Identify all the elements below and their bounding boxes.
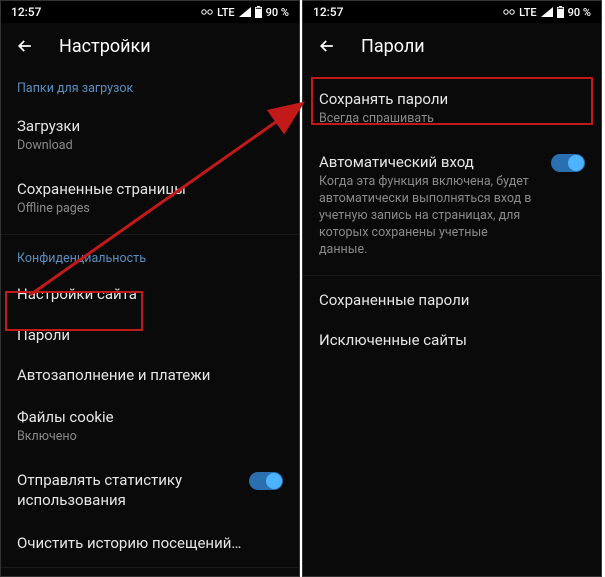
settings-list: Папки для загрузок Загрузки Download Сох… <box>1 69 299 577</box>
status-bar: 12:57 LTE 90 % <box>303 1 601 23</box>
item-title: Настройки сайта <box>17 284 283 304</box>
status-lte: LTE <box>519 6 537 19</box>
item-title: Файлы cookie <box>17 407 283 427</box>
item-title: Исключенные сайты <box>319 330 585 350</box>
item-clear-history[interactable]: Очистить историю посещений… <box>1 523 299 563</box>
back-arrow-icon[interactable] <box>317 36 337 56</box>
item-title: Сохраненные пароли <box>319 290 585 310</box>
item-sub: Включено <box>17 429 283 446</box>
status-right: LTE 90 % <box>503 6 591 19</box>
phone-right-passwords: 12:57 LTE 90 % Пароли Сохранять пароли В… <box>302 0 602 577</box>
page-title: Настройки <box>59 36 151 57</box>
item-auto-signin[interactable]: Автоматический вход Когда эта функция вк… <box>303 140 601 271</box>
status-battery: 90 % <box>568 6 591 19</box>
item-site-settings[interactable]: Настройки сайта <box>1 274 299 314</box>
item-title: Отправлять статистику использования <box>17 470 237 511</box>
divider <box>1 234 299 235</box>
signal-icon <box>239 7 251 17</box>
item-saved-passwords[interactable]: Сохраненные пароли <box>303 280 601 320</box>
phone-left-settings: 12:57 LTE 90 % Настройки Папки для загру… <box>0 0 300 577</box>
item-sub: Download <box>17 138 283 155</box>
section-downloads-header: Папки для загрузок <box>1 69 299 104</box>
item-send-stats[interactable]: Отправлять статистику использования <box>1 458 299 523</box>
item-save-passwords[interactable]: Сохранять пароли Всегда спрашивать <box>303 77 601 140</box>
item-title: Очистить историю посещений… <box>17 533 283 553</box>
app-bar: Пароли <box>303 23 601 69</box>
volte-icon <box>503 7 515 17</box>
item-title: Сохранять пароли <box>319 89 585 109</box>
section-help-header: Справка <box>1 572 299 577</box>
item-title: Автозаполнение и платежи <box>17 365 283 385</box>
divider <box>303 275 601 276</box>
battery-icon <box>557 6 564 18</box>
status-time: 12:57 <box>313 5 343 19</box>
toggle-stats[interactable] <box>249 472 283 490</box>
item-title: Пароли <box>17 325 283 345</box>
status-battery: 90 % <box>266 6 289 19</box>
signal-icon <box>541 7 553 17</box>
status-bar: 12:57 LTE 90 % <box>1 1 299 23</box>
item-title: Сохраненные страницы <box>17 179 283 199</box>
battery-icon <box>255 6 262 18</box>
passwords-list: Сохранять пароли Всегда спрашивать Автом… <box>303 69 601 360</box>
volte-icon <box>201 7 213 17</box>
item-saved-pages[interactable]: Сохраненные страницы Offline pages <box>1 167 299 230</box>
item-title: Загрузки <box>17 116 283 136</box>
item-title: Автоматический вход <box>319 152 539 172</box>
divider <box>1 567 299 568</box>
app-bar: Настройки <box>1 23 299 69</box>
back-arrow-icon[interactable] <box>15 36 35 56</box>
item-sub: Всегда спрашивать <box>319 111 585 128</box>
item-sub: Когда эта функция включена, будет автома… <box>319 174 539 258</box>
section-privacy-header: Конфиденциальность <box>1 239 299 274</box>
page-title: Пароли <box>361 36 425 57</box>
status-time: 12:57 <box>11 5 41 19</box>
item-downloads[interactable]: Загрузки Download <box>1 104 299 167</box>
item-sub: Offline pages <box>17 201 283 218</box>
toggle-auto-signin[interactable] <box>551 154 585 172</box>
status-lte: LTE <box>217 6 235 19</box>
item-autofill[interactable]: Автозаполнение и платежи <box>1 355 299 395</box>
status-right: LTE 90 % <box>201 6 289 19</box>
item-cookies[interactable]: Файлы cookie Включено <box>1 395 299 458</box>
item-excluded-sites[interactable]: Исключенные сайты <box>303 320 601 360</box>
item-passwords[interactable]: Пароли <box>1 315 299 355</box>
